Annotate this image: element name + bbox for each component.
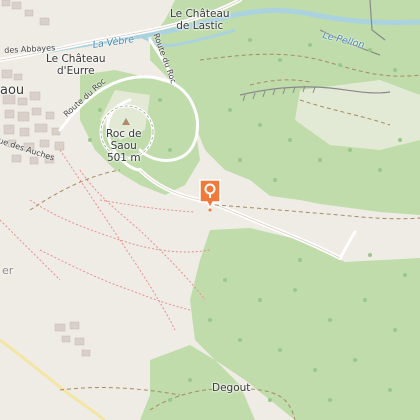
- label-roc-de-saou-line2: Saou: [110, 140, 137, 152]
- map-canvas[interactable]: Le Château de Lastic Le Château d'Eurre …: [0, 0, 420, 420]
- label-roc-elevation: 501 m: [106, 152, 141, 164]
- label-chateau-eurre-line1: Le Château: [46, 53, 106, 65]
- label-roc-de-saou: Roc de Saou 501 m: [106, 128, 141, 164]
- label-chateau-eurre-line2: d'Eurre: [57, 65, 95, 77]
- label-chateau-lastic: Le Château de Lastic: [170, 8, 230, 32]
- label-saou: aou: [0, 83, 25, 98]
- label-chateau-eurre: Le Château d'Eurre: [46, 53, 106, 77]
- peak-icon: [122, 118, 130, 125]
- label-roc-de-saou-line1: Roc de: [106, 128, 142, 140]
- location-pin[interactable]: [198, 178, 222, 212]
- label-er-partial: er: [2, 264, 14, 277]
- label-chateau-lastic-line1: Le Château: [170, 8, 230, 20]
- label-chateau-lastic-line2: de Lastic: [176, 20, 224, 32]
- label-degout: Degout: [212, 382, 251, 394]
- location-pin-icon: [199, 179, 221, 212]
